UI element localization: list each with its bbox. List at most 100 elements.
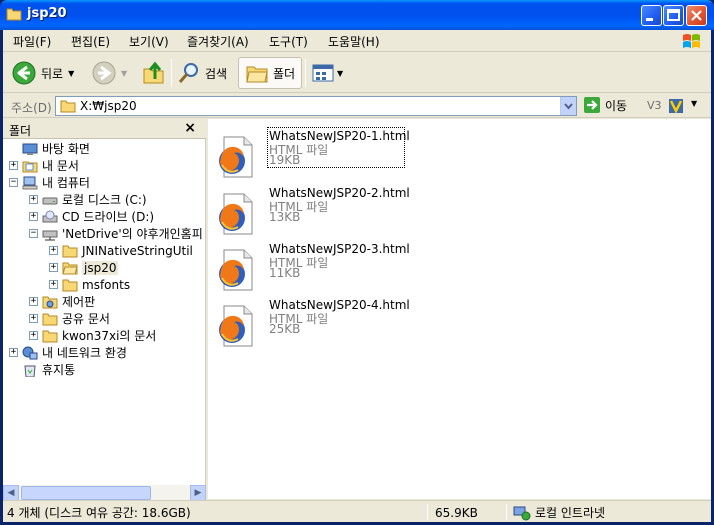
folder-icon xyxy=(42,313,58,325)
expand-icon[interactable]: + xyxy=(49,246,58,255)
go-button[interactable]: 이동 xyxy=(583,96,627,114)
status-divider xyxy=(427,504,428,520)
views-dropdown-icon[interactable]: ▼ xyxy=(337,69,343,78)
address-label: 주소(D) xyxy=(11,101,52,115)
folder-open-icon xyxy=(62,262,78,274)
minimize-button[interactable] xyxy=(641,5,662,26)
collapse-icon[interactable]: − xyxy=(9,178,18,187)
file-item[interactable]: WhatsNewJSP20-3.html HTML 파일 11KB xyxy=(214,242,514,292)
v3-antivirus-icon[interactable] xyxy=(667,97,685,115)
window-title: jsp20 xyxy=(27,6,67,21)
tree-item-label: 내 문서 xyxy=(42,159,79,173)
folders-icon xyxy=(246,66,268,83)
menu-favorites[interactable]: 즐겨찾기(A) xyxy=(187,33,249,50)
recycle-bin-icon xyxy=(24,365,36,377)
tree-item[interactable]: + 공유 문서 xyxy=(29,310,110,327)
address-dropdown-button[interactable] xyxy=(560,97,576,115)
intranet-icon xyxy=(513,506,531,520)
tree-item[interactable]: + 내 네트워크 환경 xyxy=(9,344,127,361)
my-documents-icon xyxy=(22,161,38,172)
menu-tools[interactable]: 도구(T) xyxy=(269,33,308,50)
tree-item[interactable]: − 'NetDrive'의 야후개인홈피 xyxy=(29,225,203,242)
tree-item[interactable]: + JNINativeStringUtil xyxy=(49,242,193,259)
close-icon xyxy=(691,10,702,21)
expand-icon[interactable]: + xyxy=(29,314,38,323)
file-item[interactable]: WhatsNewJSP20-4.html HTML 파일 25KB xyxy=(214,298,514,348)
v3-label: V3 xyxy=(647,99,662,112)
expand-icon[interactable]: + xyxy=(29,195,38,204)
firefox-html-file-icon xyxy=(219,193,253,235)
toolbar-separator xyxy=(305,59,306,87)
tree-item[interactable]: + 로컬 디스크 (C:) xyxy=(29,191,147,208)
close-button[interactable] xyxy=(686,5,707,26)
tree-item[interactable]: + 제어판 xyxy=(29,293,95,310)
folder-tree: 바탕 화면 + 내 문서 − 내 컴퓨터 + 로컬 디스크 (C:) + CD 드라이브 (D:… xyxy=(3,140,206,484)
tree-item[interactable]: + CD 드라이브 (D:) xyxy=(29,208,154,225)
scroll-right-icon[interactable]: ▶ xyxy=(190,485,206,501)
status-zone-label: 로컬 인트라넷 xyxy=(535,506,606,520)
expand-icon[interactable]: + xyxy=(29,212,38,221)
maximize-icon xyxy=(667,9,680,21)
menu-view[interactable]: 보기(V) xyxy=(129,33,169,50)
tree-item[interactable]: + 내 문서 xyxy=(9,157,79,174)
tree-item-label: 휴지통 xyxy=(42,363,76,377)
menu-file[interactable]: 파일(F) xyxy=(13,33,51,50)
minimize-icon xyxy=(646,18,653,21)
folders-button[interactable]: 폴더 xyxy=(238,57,303,89)
forward-dropdown-icon[interactable]: ▼ xyxy=(121,69,127,78)
tree-item-label: JNINativeStringUtil xyxy=(82,243,193,258)
address-value: X:₩jsp20 xyxy=(80,99,137,113)
status-bar: 4 개체 (디스크 여유 공간: 18.6GB) 65.9KB 로컬 인트라넷 xyxy=(3,500,711,522)
hard-drive-icon xyxy=(42,197,58,204)
menu-edit[interactable]: 편집(E) xyxy=(71,33,110,50)
tree-item-label: 내 네트워크 환경 xyxy=(42,346,127,360)
up-folder-icon xyxy=(143,61,164,84)
folder-pane: 폴더 × 바탕 화면 + 내 문서 − 내 컴퓨터 + 로컬 디스크 (C:) + CD 드라이… xyxy=(3,119,206,501)
tree-item[interactable]: 휴지통 xyxy=(9,361,75,378)
network-places-icon xyxy=(22,346,38,359)
toolbar: 뒤로 ▼ ▼ 검색 폴더 ▼ xyxy=(3,53,711,93)
collapse-icon[interactable]: − xyxy=(29,229,38,238)
tree-item-label: 'NetDrive'의 야후개인홈피 xyxy=(62,227,203,241)
address-input[interactable]: X:₩jsp20 xyxy=(55,96,577,116)
horizontal-scrollbar[interactable]: ◀ ▶ xyxy=(3,485,206,501)
tree-item[interactable]: 바탕 화면 xyxy=(9,140,90,157)
file-item[interactable]: WhatsNewJSP20-1.html HTML 파일 19KB xyxy=(214,127,514,179)
my-computer-icon xyxy=(22,176,38,189)
v3-dropdown-icon[interactable]: ▼ xyxy=(691,99,697,108)
back-button[interactable]: 뒤로 ▼ xyxy=(11,57,74,89)
tree-item[interactable]: + jsp20 xyxy=(49,259,119,276)
views-button[interactable]: ▼ xyxy=(311,57,343,89)
search-button[interactable]: 검색 xyxy=(177,57,227,89)
tree-item[interactable]: + kwon37xi의 문서 xyxy=(29,327,156,344)
maximize-button[interactable] xyxy=(663,5,684,26)
menu-bar: 파일(F) 편집(E) 보기(V) 즐겨찾기(A) 도구(T) 도움말(H) xyxy=(3,30,711,52)
firefox-html-file-icon xyxy=(219,249,253,291)
expand-icon[interactable]: + xyxy=(49,280,58,289)
scroll-left-icon[interactable]: ◀ xyxy=(3,485,19,501)
expand-icon[interactable]: + xyxy=(9,348,18,357)
forward-arrow-icon xyxy=(92,61,116,85)
expand-icon[interactable]: + xyxy=(49,263,58,272)
forward-button[interactable]: ▼ xyxy=(91,57,127,89)
expand-icon[interactable]: + xyxy=(9,161,18,170)
expand-icon[interactable]: + xyxy=(29,331,38,340)
menu-help[interactable]: 도움말(H) xyxy=(328,33,380,50)
firefox-html-file-icon xyxy=(219,136,253,178)
title-bar[interactable]: jsp20 xyxy=(0,0,714,30)
views-icon xyxy=(312,64,334,82)
up-folder-button[interactable] xyxy=(141,57,167,89)
back-dropdown-icon[interactable]: ▼ xyxy=(68,69,74,78)
file-size: 25KB xyxy=(269,322,301,336)
toolbar-separator xyxy=(171,59,172,87)
scrollbar-thumb[interactable] xyxy=(21,486,151,500)
file-size: 11KB xyxy=(269,266,301,280)
expand-icon[interactable]: + xyxy=(29,297,38,306)
firefox-html-file-icon xyxy=(219,305,253,347)
tree-item[interactable]: + msfonts xyxy=(49,276,130,293)
tree-item[interactable]: − 내 컴퓨터 xyxy=(9,174,90,191)
back-label: 뒤로 xyxy=(41,66,64,81)
folder-pane-close-icon[interactable]: × xyxy=(184,120,196,136)
folders-label: 폴더 xyxy=(273,66,296,81)
file-item[interactable]: WhatsNewJSP20-2.html HTML 파일 13KB xyxy=(214,186,514,236)
